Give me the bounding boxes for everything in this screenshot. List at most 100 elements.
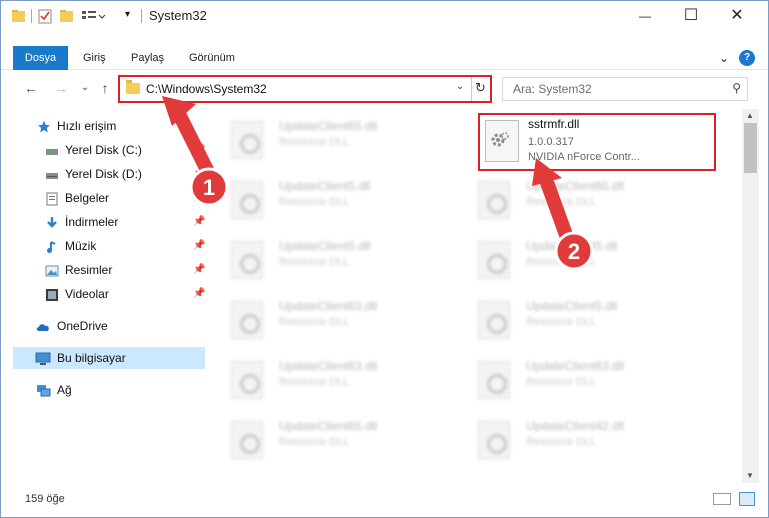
search-input[interactable]: Ara: System32 ⚲: [502, 77, 748, 101]
minimize-button[interactable]: —: [622, 1, 668, 31]
file-version: 1.0.0.317: [528, 136, 574, 148]
pin-icon: 📌: [193, 192, 206, 203]
file-name: UpdateClient65.dll: [526, 179, 625, 193]
dll-file-icon: [478, 181, 510, 219]
dll-file-icon: [231, 121, 263, 159]
sidebar-item-network[interactable]: Ağ: [13, 379, 205, 401]
drive-icon: [45, 143, 59, 157]
file-name: UpdateClient63.dll: [279, 299, 378, 313]
sidebar-item-this-pc[interactable]: Bu bilgisayar: [13, 347, 205, 369]
file-description: Resource DLL: [526, 196, 597, 208]
sidebar-item-downloads[interactable]: İndirmeler 📌: [13, 211, 205, 233]
dll-file-icon: [231, 361, 263, 399]
maximize-button[interactable]: ☐: [668, 1, 714, 31]
forward-button[interactable]: →: [51, 78, 71, 98]
sidebar-item-documents[interactable]: Belgeler 📌: [13, 187, 205, 209]
navigation-bar: ← → ⌄ ↑ C:\Windows\System32 ⌄ ↻ Ara: Sys…: [1, 73, 768, 103]
address-bar[interactable]: C:\Windows\System32 ⌄ ↻: [118, 75, 492, 103]
file-description: Resource DLL: [279, 316, 350, 328]
scroll-up-icon[interactable]: ▲: [746, 111, 754, 120]
list-item[interactable]: UpdateClient63.dll Resource DLL: [454, 349, 684, 405]
tab-view[interactable]: Görünüm: [179, 46, 245, 70]
properties-icon[interactable]: [37, 7, 53, 25]
scrollbar-thumb[interactable]: [744, 123, 757, 173]
window-title: System32: [149, 8, 207, 23]
file-description: Resource DLL: [279, 136, 350, 148]
sidebar-item-onedrive[interactable]: OneDrive: [13, 315, 205, 337]
download-icon: [45, 215, 59, 229]
tab-home[interactable]: Giriş: [73, 46, 116, 70]
file-name: UpdateClient5.dll: [526, 299, 618, 313]
tab-share[interactable]: Paylaş: [121, 46, 174, 70]
search-placeholder: Ara: System32: [513, 82, 592, 96]
back-button[interactable]: ←: [21, 78, 41, 98]
drive-icon: [45, 167, 59, 181]
large-icons-view-icon[interactable]: [739, 492, 755, 506]
help-icon[interactable]: ?: [739, 50, 755, 66]
list-item[interactable]: UpdateClient63.dll Resource DLL: [207, 289, 437, 345]
search-icon[interactable]: ⚲: [732, 81, 741, 95]
sidebar-item-music[interactable]: Müzik 📌: [13, 235, 205, 257]
close-button[interactable]: ✕: [714, 1, 760, 31]
file-name: UpdateClient5.dll: [279, 179, 371, 193]
file-description: Resource DLL: [279, 196, 350, 208]
address-path[interactable]: C:\Windows\System32: [146, 82, 267, 96]
list-item[interactable]: UpdateClient65.dll Resource DLL: [454, 169, 684, 225]
sidebar-item-disk-c[interactable]: Yerel Disk (C:) 📌: [13, 139, 205, 161]
refresh-button[interactable]: ↻: [475, 80, 486, 96]
pin-icon: 📌: [193, 168, 206, 179]
list-item[interactable]: UpdateClient65.dll Resource DLL: [207, 409, 437, 465]
star-icon: [37, 119, 51, 133]
divider: [471, 77, 472, 101]
documents-icon: [45, 191, 59, 206]
vertical-scrollbar[interactable]: ▲ ▼: [742, 109, 759, 483]
dll-file-icon: [478, 301, 510, 339]
gear-icon: [489, 129, 509, 149]
dll-file-icon: [231, 301, 263, 339]
list-item[interactable]: UpdateClient63.dll Resource DLL: [207, 349, 437, 405]
pin-icon: 📌: [193, 288, 206, 299]
network-icon: [35, 383, 51, 397]
sidebar-item-label: Yerel Disk (C:): [65, 143, 142, 157]
details-view-icon[interactable]: [713, 493, 731, 505]
dll-file-icon: [478, 361, 510, 399]
sidebar-item-label: Yerel Disk (D:): [65, 167, 142, 181]
file-name: UpdateClient5.dll: [279, 239, 371, 253]
list-item[interactable]: UpdateClient65.dll Resource DLL: [207, 109, 437, 165]
new-folder-icon[interactable]: [59, 7, 75, 25]
sidebar-item-pictures[interactable]: Resimler 📌: [13, 259, 205, 281]
highlighted-file-item[interactable]: sstrmfr.dll 1.0.0.317 NVIDIA nForce Cont…: [478, 113, 716, 171]
list-item[interactable]: UpdateClient5.dll Resource DLL: [454, 229, 684, 285]
scroll-down-icon[interactable]: ▼: [746, 471, 754, 480]
view-options-icon[interactable]: [81, 7, 107, 25]
file-name: UpdateClient63.dll: [526, 359, 625, 373]
list-item[interactable]: UpdateClient5.dll Resource DLL: [207, 169, 437, 225]
sidebar-item-label: Resimler: [65, 263, 113, 277]
file-description: Resource DLL: [526, 436, 597, 448]
sidebar-item-label: Hızlı erişim: [57, 119, 117, 133]
file-description: Resource DLL: [279, 376, 350, 388]
folder-icon: [126, 80, 140, 94]
sidebar-item-label: Bu bilgisayar: [57, 351, 126, 365]
up-button[interactable]: ↑: [95, 78, 115, 98]
list-item[interactable]: UpdateClient5.dll Resource DLL: [207, 229, 437, 285]
title-bar: ▾ System32 — ☐ ✕: [1, 1, 768, 31]
sidebar-item-videos[interactable]: Videolar 📌: [13, 283, 205, 305]
file-description: Resource DLL: [279, 256, 350, 268]
dll-file-icon: [231, 181, 263, 219]
qat-dropdown-icon[interactable]: ▾: [125, 9, 135, 27]
ribbon-expand-icon[interactable]: ⌄: [709, 46, 739, 70]
list-item[interactable]: UpdateClient5.dll Resource DLL: [454, 289, 684, 345]
file-name: sstrmfr.dll: [528, 117, 580, 131]
sidebar-item-label: Belgeler: [65, 191, 110, 205]
recent-locations-button[interactable]: ⌄: [75, 78, 95, 98]
address-dropdown-icon[interactable]: ⌄: [456, 81, 464, 92]
sidebar-item-label: Videolar: [65, 287, 109, 301]
file-name: UpdateClient63.dll: [279, 359, 378, 373]
videos-icon: [45, 287, 59, 301]
list-item[interactable]: UpdateClient42.dll Resource DLL: [454, 409, 684, 465]
sidebar-item-disk-d[interactable]: Yerel Disk (D:) 📌: [13, 163, 205, 185]
sidebar-item-quick-access[interactable]: Hızlı erişim: [13, 115, 205, 137]
pin-icon: 📌: [193, 264, 206, 275]
tab-file[interactable]: Dosya: [13, 46, 68, 70]
